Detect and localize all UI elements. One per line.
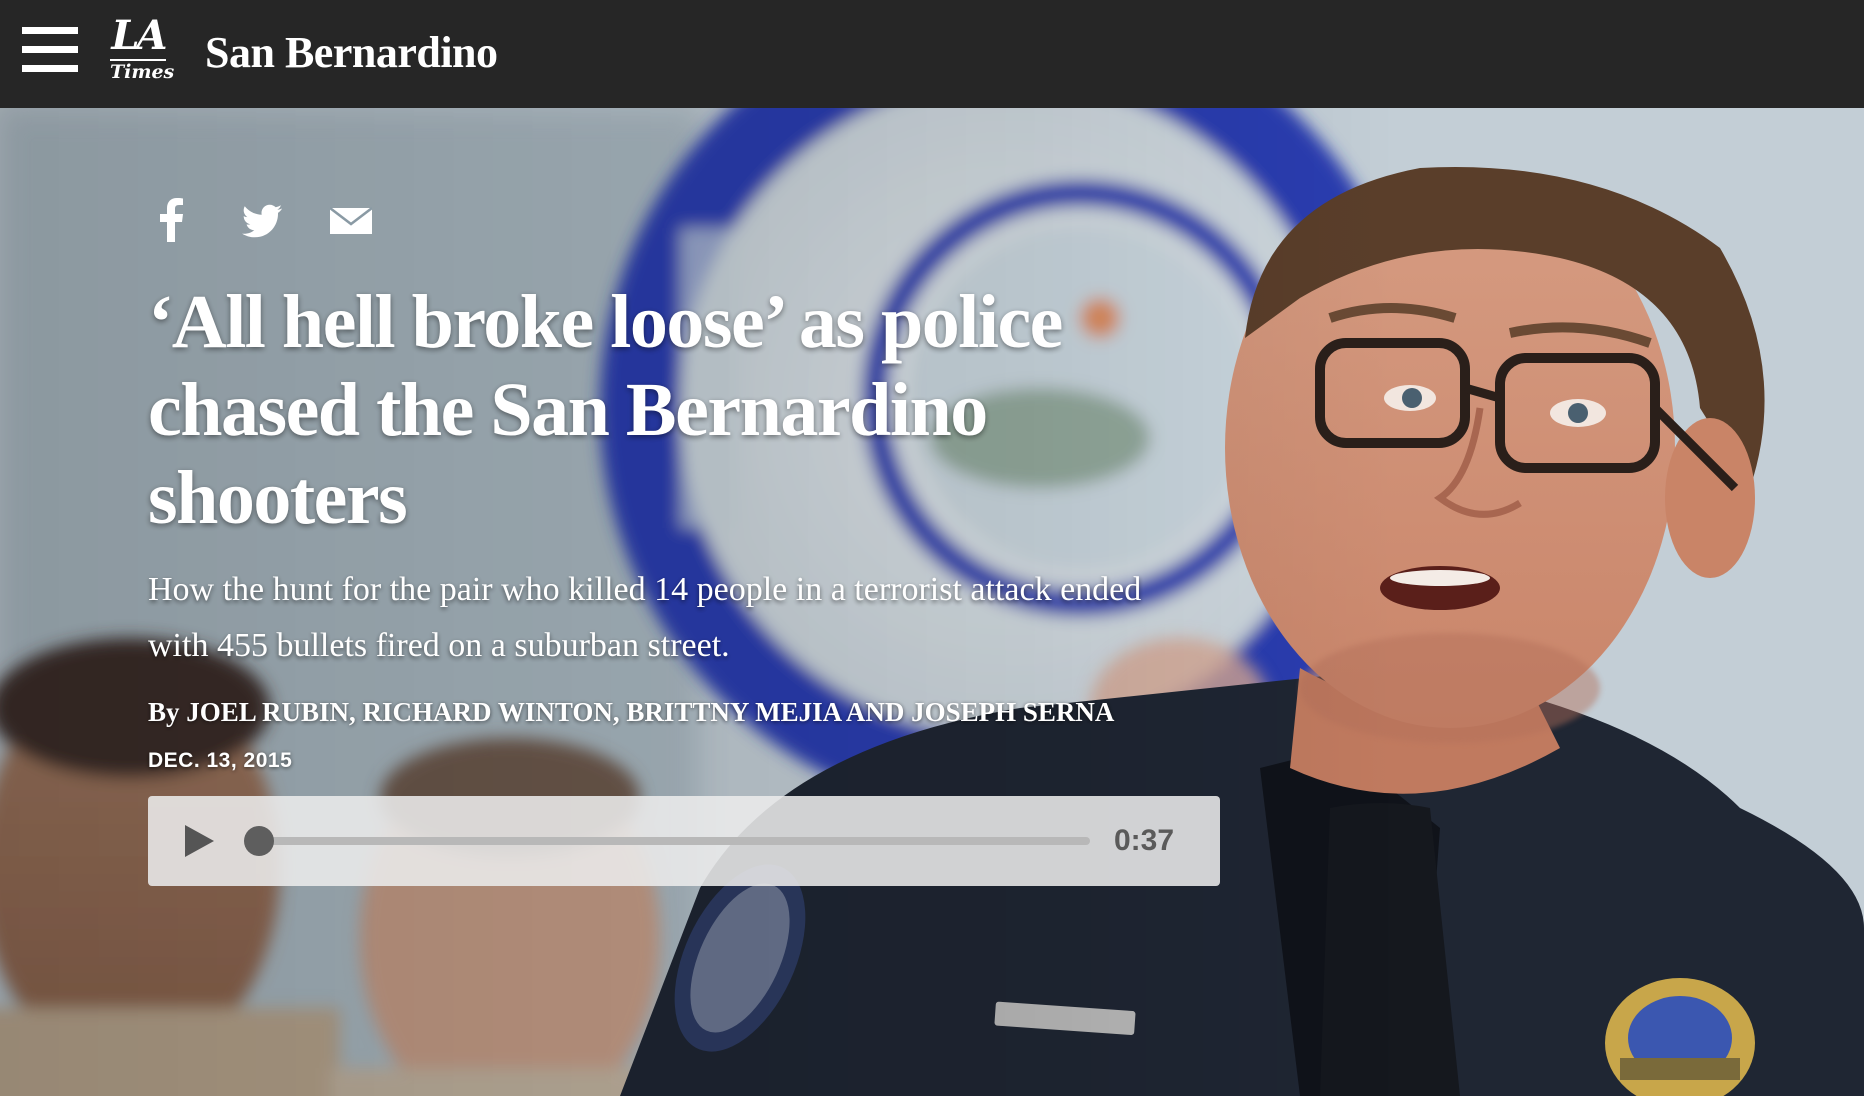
menu-line	[22, 27, 78, 34]
top-navigation-bar: LA Times San Bernardino	[0, 0, 1864, 108]
article-date: DEC. 13, 2015	[148, 749, 293, 772]
logo-la-text: LA	[111, 12, 167, 59]
audio-scrubber-handle[interactable]	[244, 826, 274, 856]
email-icon[interactable]	[330, 198, 372, 242]
section-title[interactable]: San Bernardino	[205, 26, 498, 80]
la-times-logo[interactable]: LA Times	[110, 12, 175, 83]
menu-line	[22, 46, 78, 53]
article-dek: How the hunt for the pair who killed 14 …	[148, 571, 1142, 664]
audio-progress-track[interactable]	[258, 837, 1090, 845]
article-byline: By JOEL RUBIN, RICHARD WINTON, BRITTNY M…	[148, 697, 1115, 727]
logo-times-text: Times	[110, 59, 175, 83]
play-icon[interactable]	[182, 824, 216, 858]
audio-duration: 0:37	[1113, 824, 1174, 857]
article-headline: ‘All hell broke loose’ as police chased …	[148, 280, 1063, 540]
audio-player: 0:37	[148, 796, 1220, 886]
hamburger-menu-icon[interactable]	[22, 27, 78, 72]
twitter-icon[interactable]	[242, 198, 282, 242]
facebook-icon[interactable]	[158, 198, 184, 242]
menu-line	[22, 65, 78, 72]
